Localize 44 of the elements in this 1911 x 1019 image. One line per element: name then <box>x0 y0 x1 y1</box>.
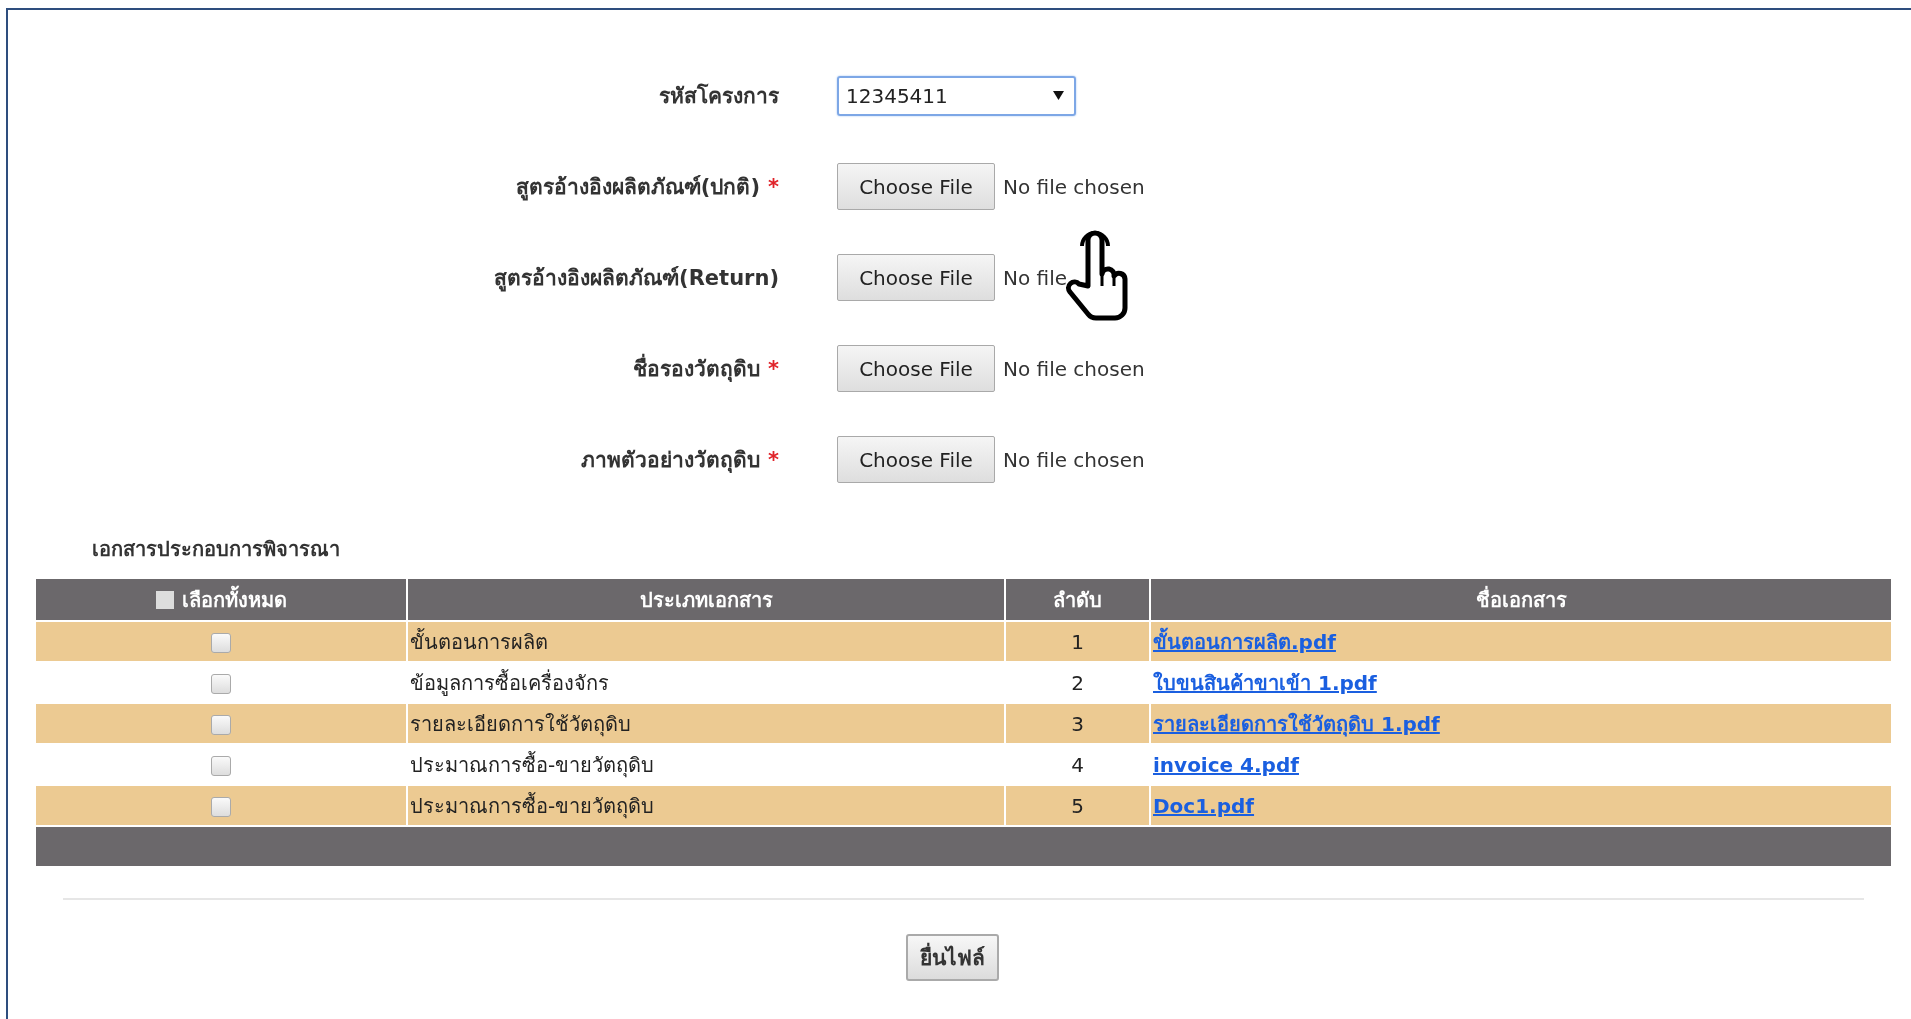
row-checkbox[interactable] <box>211 756 231 776</box>
row-number: 3 <box>1071 711 1084 736</box>
row-checkbox[interactable] <box>211 797 231 817</box>
column-header: ประเภทเอกสาร <box>639 587 773 612</box>
file-status: No file <box>1003 265 1067 290</box>
column-header: เลือกทั้งหมด <box>181 584 287 614</box>
required-mark: * <box>768 447 779 472</box>
submit-button[interactable]: ยื่นไฟล์ <box>906 934 999 981</box>
choose-file-button[interactable]: Choose File <box>837 345 995 392</box>
document-type: ประมาณการซื้อ-ขายวัตถุดิบ <box>410 752 655 777</box>
choose-file-button[interactable]: Choose File <box>837 254 995 301</box>
required-mark: * <box>768 356 779 381</box>
required-mark: * <box>768 174 779 199</box>
field-label: สูตรอ้างอิงผลิตภัณฑ์(ปกติ) <box>515 174 760 203</box>
row-number: 2 <box>1071 670 1084 695</box>
column-header: ลำดับ <box>1053 587 1102 612</box>
file-status: No file chosen <box>1003 174 1145 199</box>
field-label: รหัสโครงการ <box>659 82 779 110</box>
document-type: ประมาณการซื้อ-ขายวัตถุดิบ <box>410 793 655 818</box>
project-code-dropdown[interactable]: 12345411 <box>837 75 1076 116</box>
document-link[interactable]: invoice 4.pdf <box>1153 752 1299 777</box>
row-checkbox[interactable] <box>211 674 231 694</box>
row-checkbox[interactable] <box>211 715 231 735</box>
document-link[interactable]: ขั้นตอนการผลิต.pdf <box>1153 629 1336 654</box>
dropdown-arrow-icon <box>1053 91 1064 100</box>
column-header: ชื่อเอกสาร <box>1475 587 1567 612</box>
file-status: No file chosen <box>1003 356 1145 381</box>
choose-file-button[interactable]: Choose File <box>837 436 995 483</box>
row-number: 4 <box>1071 752 1084 777</box>
row-checkbox[interactable] <box>211 633 231 653</box>
document-type: ข้อมูลการซื้อเครื่องจักร <box>410 670 609 695</box>
section-title: เอกสารประกอบการพิจารณา <box>92 536 340 563</box>
choose-file-button[interactable]: Choose File <box>837 163 995 210</box>
file-status: No file chosen <box>1003 447 1145 472</box>
document-type: ขั้นตอนการผลิต <box>410 629 548 654</box>
document-link[interactable]: Doc1.pdf <box>1153 793 1255 818</box>
field-label: ภาพตัวอย่างวัตถุดิบ <box>581 447 760 475</box>
select-all-checkbox[interactable] <box>155 590 174 609</box>
field-label: สูตรอ้างอิงผลิตภัณฑ์(Return) <box>494 265 779 294</box>
document-type: รายละเอียดการใช้วัตถุดิบ <box>410 711 631 736</box>
document-link[interactable]: ใบขนสินค้าขาเข้า 1.pdf <box>1153 670 1377 695</box>
field-label: ชื่อรองวัตถุดิบ <box>633 352 760 385</box>
row-number: 5 <box>1071 793 1084 818</box>
row-number: 1 <box>1071 629 1084 654</box>
